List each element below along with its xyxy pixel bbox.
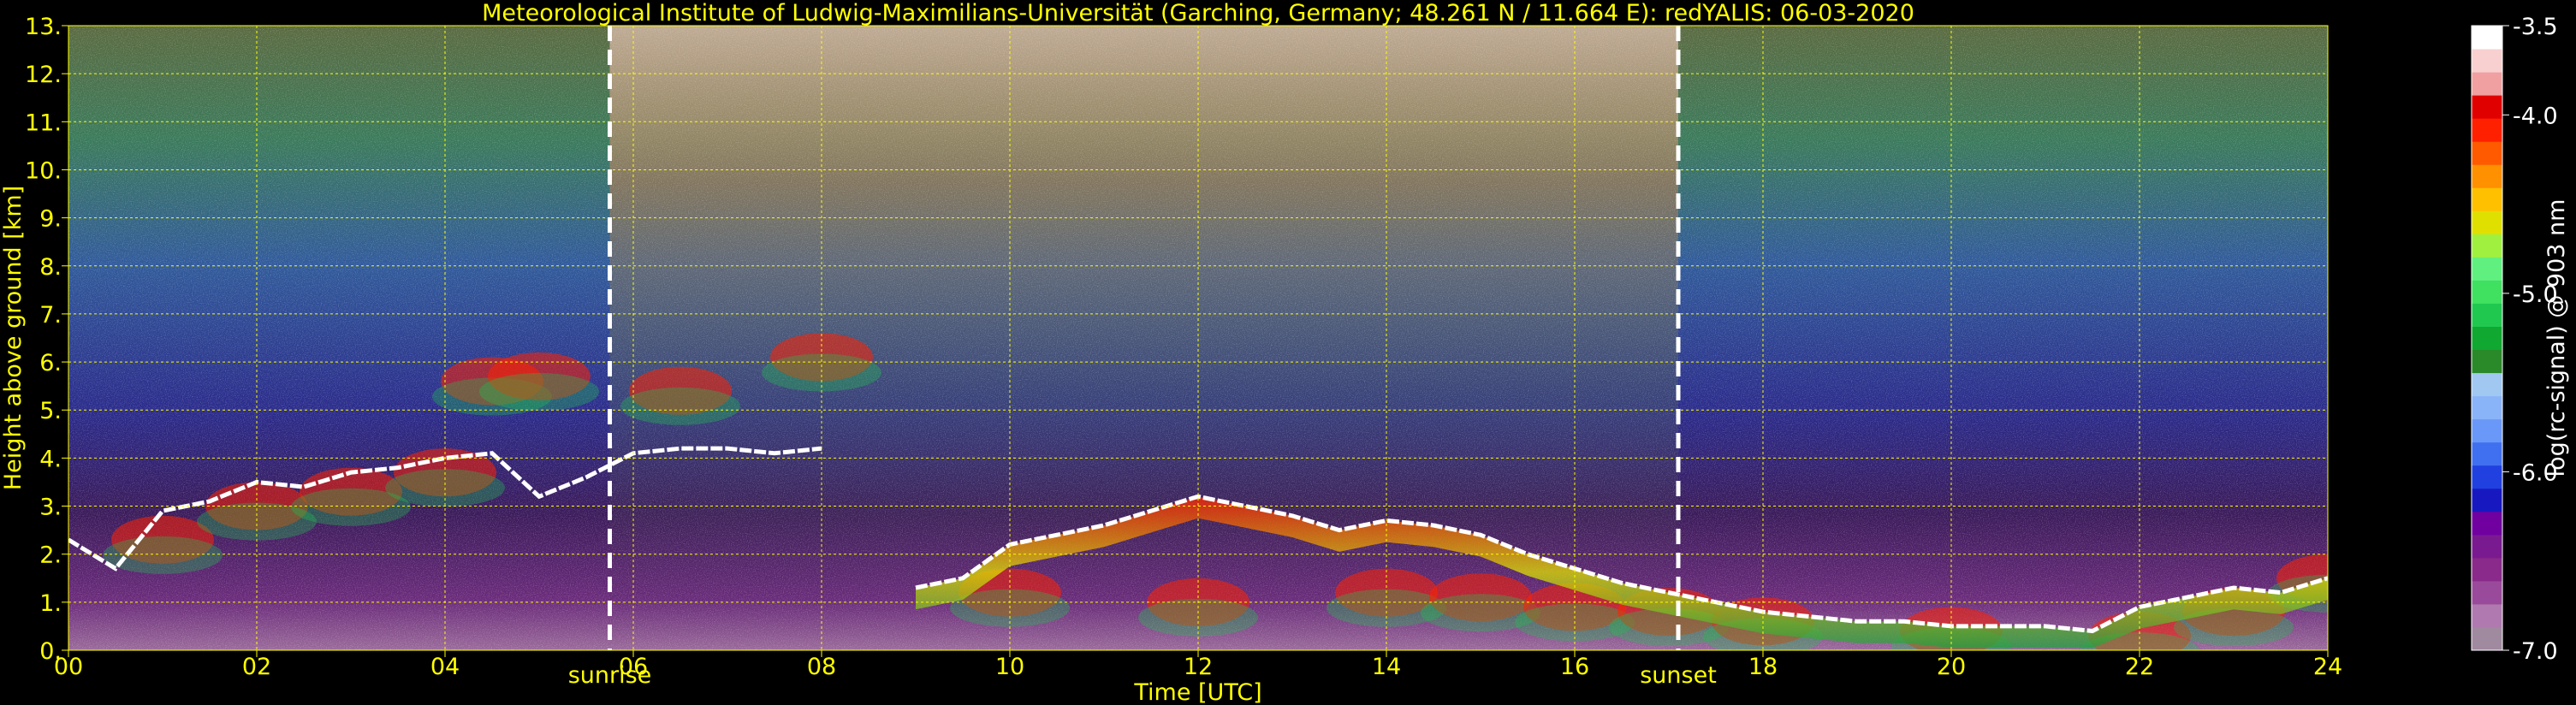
colorbar-tick-label: -3.5	[2513, 14, 2558, 40]
colorbar-swatch	[2472, 257, 2502, 281]
x-tick-label: 04	[430, 654, 460, 680]
colorbar-swatch	[2472, 141, 2502, 165]
aerosol-halo	[479, 372, 599, 411]
colorbar-tick-label: -4.0	[2513, 103, 2558, 129]
marker-label-sunset: sunset	[1640, 662, 1717, 689]
colorbar	[2471, 25, 2503, 651]
colorbar-swatch	[2472, 26, 2502, 50]
colorbar-swatch	[2472, 349, 2502, 374]
x-axis-label: Time [UTC]	[1133, 679, 1261, 705]
colorbar-swatch	[2472, 72, 2502, 96]
colorbar-swatch	[2472, 626, 2502, 651]
colorbar-swatch	[2472, 603, 2502, 628]
aerosol-halo	[620, 387, 740, 425]
x-tick-label: 20	[1937, 654, 1966, 680]
colorbar-swatch	[2472, 395, 2502, 420]
x-tick-label: 08	[807, 654, 836, 680]
colorbar-swatch	[2472, 441, 2502, 466]
colorbar-swatch	[2472, 580, 2502, 605]
chart-title: Meteorological Institute of Ludwig-Maxim…	[482, 0, 1914, 27]
colorbar-swatch	[2472, 303, 2502, 327]
y-tick-label: 13.	[25, 14, 62, 40]
y-tick-label: 10.	[25, 157, 62, 184]
colorbar-swatch	[2472, 418, 2502, 443]
colorbar-swatch	[2472, 534, 2502, 559]
y-tick-label: 5.	[39, 398, 62, 424]
aerosol-halo	[103, 536, 223, 574]
colorbar-swatch	[2472, 488, 2502, 512]
y-tick-label: 0.	[39, 638, 62, 665]
x-tick-labels: 00 02 04 06 08 10 12 14 16 18 20 22 24	[54, 650, 2342, 680]
y-tick-label: 8.	[39, 254, 62, 281]
colorbar-label: log(rc-signal) @ 903 nm	[2543, 199, 2570, 477]
x-tick-label: 06	[619, 654, 648, 680]
lidar-figure: Meteorological Institute of Ludwig-Maxim…	[0, 0, 2570, 705]
colorbar-swatch	[2472, 557, 2502, 582]
y-tick-labels: 0. 1. 2. 3. 4. 5. 6. 7. 8. 9. 10. 11. 12. 13.	[25, 14, 68, 665]
x-tick-label: 12	[1184, 654, 1213, 680]
y-tick-label: 6.	[39, 350, 62, 376]
y-tick-label: 7.	[39, 302, 62, 329]
y-tick-label: 2.	[39, 542, 62, 569]
colorbar-swatch	[2472, 187, 2502, 211]
y-tick-label: 11.	[25, 110, 62, 136]
x-tick-label: 16	[1560, 654, 1589, 680]
colorbar-swatch	[2472, 234, 2502, 258]
colorbar-swatch	[2472, 210, 2502, 234]
colorbar-swatch	[2472, 118, 2502, 142]
x-tick-label: 14	[1372, 654, 1401, 680]
x-tick-label: 24	[2313, 654, 2342, 680]
x-tick-label: 02	[242, 654, 271, 680]
colorbar-swatch	[2472, 164, 2502, 188]
x-tick-label: 10	[995, 654, 1024, 680]
y-axis-label: Height above ground [km]	[0, 186, 27, 490]
y-tick-label: 12.	[25, 62, 62, 88]
y-tick-label: 9.	[39, 206, 62, 233]
colorbar-swatch	[2472, 326, 2502, 351]
y-tick-label: 4.	[39, 446, 62, 472]
y-tick-label: 3.	[39, 495, 62, 521]
colorbar-swatch	[2472, 280, 2502, 304]
y-tick-label: 1.	[39, 590, 62, 617]
colorbar-swatch	[2472, 465, 2502, 489]
x-tick-label: 22	[2125, 654, 2154, 680]
colorbar-swatch	[2472, 49, 2502, 73]
colorbar-tick-label: -7.0	[2513, 638, 2558, 665]
plot-area	[68, 26, 2328, 650]
x-tick-label: 18	[1748, 654, 1778, 680]
colorbar-swatch	[2472, 95, 2502, 119]
colorbar-swatch	[2472, 372, 2502, 397]
colorbar-swatch	[2472, 511, 2502, 536]
